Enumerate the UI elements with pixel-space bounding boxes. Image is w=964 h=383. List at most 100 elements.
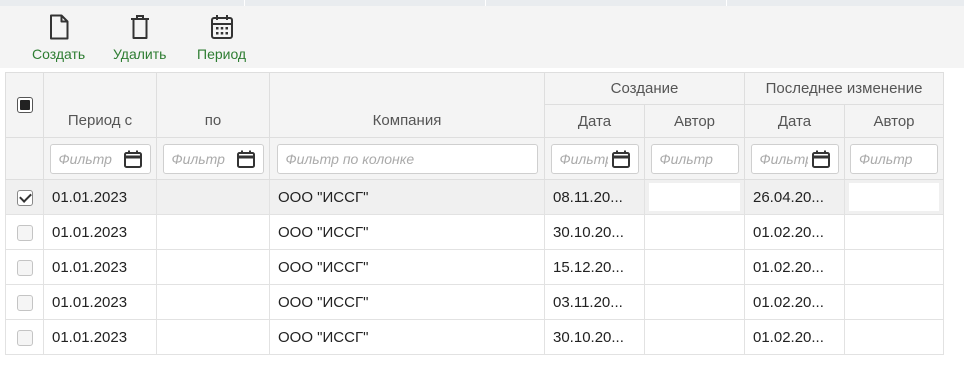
column-header-modified-date[interactable]: Дата	[744, 104, 845, 138]
filter-cell-created-author	[644, 137, 745, 180]
cell-period-from: 01.01.2023	[43, 214, 157, 250]
row-select-cell	[5, 249, 44, 285]
calendar-icon[interactable]	[236, 150, 255, 168]
filter-cell-created-date	[544, 137, 645, 180]
cell-period-to	[156, 319, 270, 355]
cell-created-author	[644, 284, 745, 320]
trash-icon	[130, 15, 149, 39]
row-checkbox[interactable]	[16, 329, 33, 346]
filter-modified-date[interactable]	[750, 143, 839, 174]
table-row[interactable]: 01.01.2023 ООО "ИССГ" 30.10.20... 01.02.…	[5, 319, 945, 355]
filter-cell-modified-author	[843, 137, 945, 180]
cell-modified-author	[843, 214, 945, 250]
group-header-modified: Последнее изменение	[743, 72, 945, 105]
cell-created-date: 30.10.20...	[544, 214, 645, 250]
filter-created-date-input[interactable]	[559, 150, 608, 167]
cell-period-from: 01.01.2023	[43, 284, 157, 320]
select-all-cell	[5, 72, 44, 138]
select-all-checkbox[interactable]	[16, 97, 33, 114]
cell-company: ООО "ИССГ"	[269, 179, 545, 215]
cell-company: ООО "ИССГ"	[269, 214, 545, 250]
column-header-period-to[interactable]: по	[156, 72, 270, 138]
filter-cell-company	[269, 137, 545, 180]
cell-period-from: 01.01.2023	[43, 249, 157, 285]
row-select-cell	[5, 179, 44, 215]
filter-period-from-input[interactable]	[58, 150, 120, 167]
filter-cell-empty	[5, 137, 44, 180]
filter-created-author-input[interactable]	[659, 150, 730, 167]
cell-modified-author	[843, 319, 945, 355]
calendar-icon[interactable]	[123, 150, 142, 168]
cell-created-date: 03.11.20...	[544, 284, 645, 320]
cell-company: ООО "ИССГ"	[269, 319, 545, 355]
column-header-created-author[interactable]: Автор	[644, 104, 745, 138]
cell-created-author	[644, 214, 745, 250]
table-row[interactable]: 01.01.2023 ООО "ИССГ" 30.10.20... 01.02.…	[5, 214, 945, 250]
toolbar: Создать Удалить Период	[0, 6, 964, 68]
modified-author-value	[849, 183, 940, 211]
row-checkbox[interactable]	[16, 294, 33, 311]
filter-company[interactable]	[276, 143, 538, 174]
cell-created-date: 08.11.20...	[544, 179, 645, 215]
cell-created-date: 15.12.20...	[544, 249, 645, 285]
row-select-cell	[5, 319, 44, 355]
filter-modified-author-input[interactable]	[859, 150, 929, 167]
filter-period-from[interactable]	[49, 143, 151, 174]
cell-modified-author	[843, 179, 945, 215]
filter-company-input[interactable]	[285, 150, 529, 167]
row-select-cell	[5, 284, 44, 320]
document-icon	[49, 14, 69, 40]
row-select-cell	[5, 214, 44, 250]
cell-company: ООО "ИССГ"	[269, 249, 545, 285]
table-row[interactable]: 01.01.2023 ООО "ИССГ" 15.12.20... 01.02.…	[5, 249, 945, 285]
filter-modified-author[interactable]	[850, 143, 938, 174]
created-author-value	[649, 183, 740, 211]
cell-created-date: 30.10.20...	[544, 319, 645, 355]
cell-modified-date: 01.02.20...	[744, 319, 845, 355]
cell-period-to	[156, 214, 270, 250]
period-button-label: Период	[197, 46, 247, 62]
filter-period-to-input[interactable]	[171, 150, 233, 167]
cell-period-to	[156, 249, 270, 285]
cell-created-author	[644, 319, 745, 355]
filter-cell-period-to	[156, 137, 270, 180]
data-grid: Период с по Компания Создание Последнее …	[5, 72, 945, 355]
create-button-label: Создать	[32, 46, 86, 62]
calendar-icon[interactable]	[611, 150, 630, 168]
table-row[interactable]: 01.01.2023 ООО "ИССГ" 03.11.20... 01.02.…	[5, 284, 945, 320]
cell-period-from: 01.01.2023	[43, 179, 157, 215]
row-checkbox[interactable]	[16, 189, 33, 206]
delete-button-label: Удалить	[113, 46, 167, 62]
cell-created-author	[644, 249, 745, 285]
calendar-icon	[210, 15, 233, 39]
row-checkbox[interactable]	[16, 224, 33, 241]
cell-created-author	[644, 179, 745, 215]
filter-created-author[interactable]	[650, 143, 739, 174]
cell-company: ООО "ИССГ"	[269, 284, 545, 320]
delete-button[interactable]: Удалить	[113, 14, 166, 62]
calendar-icon[interactable]	[811, 150, 830, 168]
cell-modified-date: 01.02.20...	[744, 249, 845, 285]
column-header-period-from[interactable]: Период с	[43, 72, 157, 138]
cell-period-from: 01.01.2023	[43, 319, 157, 355]
cell-modified-author	[843, 284, 945, 320]
row-checkbox[interactable]	[16, 259, 33, 276]
filter-created-date[interactable]	[550, 143, 639, 174]
cell-modified-date: 26.04.20...	[744, 179, 845, 215]
group-header-created: Создание	[544, 72, 745, 105]
filter-modified-date-input[interactable]	[759, 150, 808, 167]
cell-modified-date: 01.02.20...	[744, 284, 845, 320]
cell-period-to	[156, 179, 270, 215]
cell-modified-date: 01.02.20...	[744, 214, 845, 250]
period-button[interactable]: Период	[197, 14, 246, 62]
cell-period-to	[156, 284, 270, 320]
filter-cell-modified-date	[744, 137, 845, 180]
column-header-modified-author[interactable]: Автор	[843, 104, 945, 138]
cell-modified-author	[843, 249, 945, 285]
table-row[interactable]: 01.01.2023 ООО "ИССГ" 08.11.20... 26.04.…	[5, 179, 945, 215]
column-header-created-date[interactable]: Дата	[544, 104, 645, 138]
column-header-company[interactable]: Компания	[269, 72, 545, 138]
create-button[interactable]: Создать	[32, 14, 85, 62]
filter-period-to[interactable]	[162, 143, 264, 174]
filter-cell-period-from	[43, 137, 157, 180]
